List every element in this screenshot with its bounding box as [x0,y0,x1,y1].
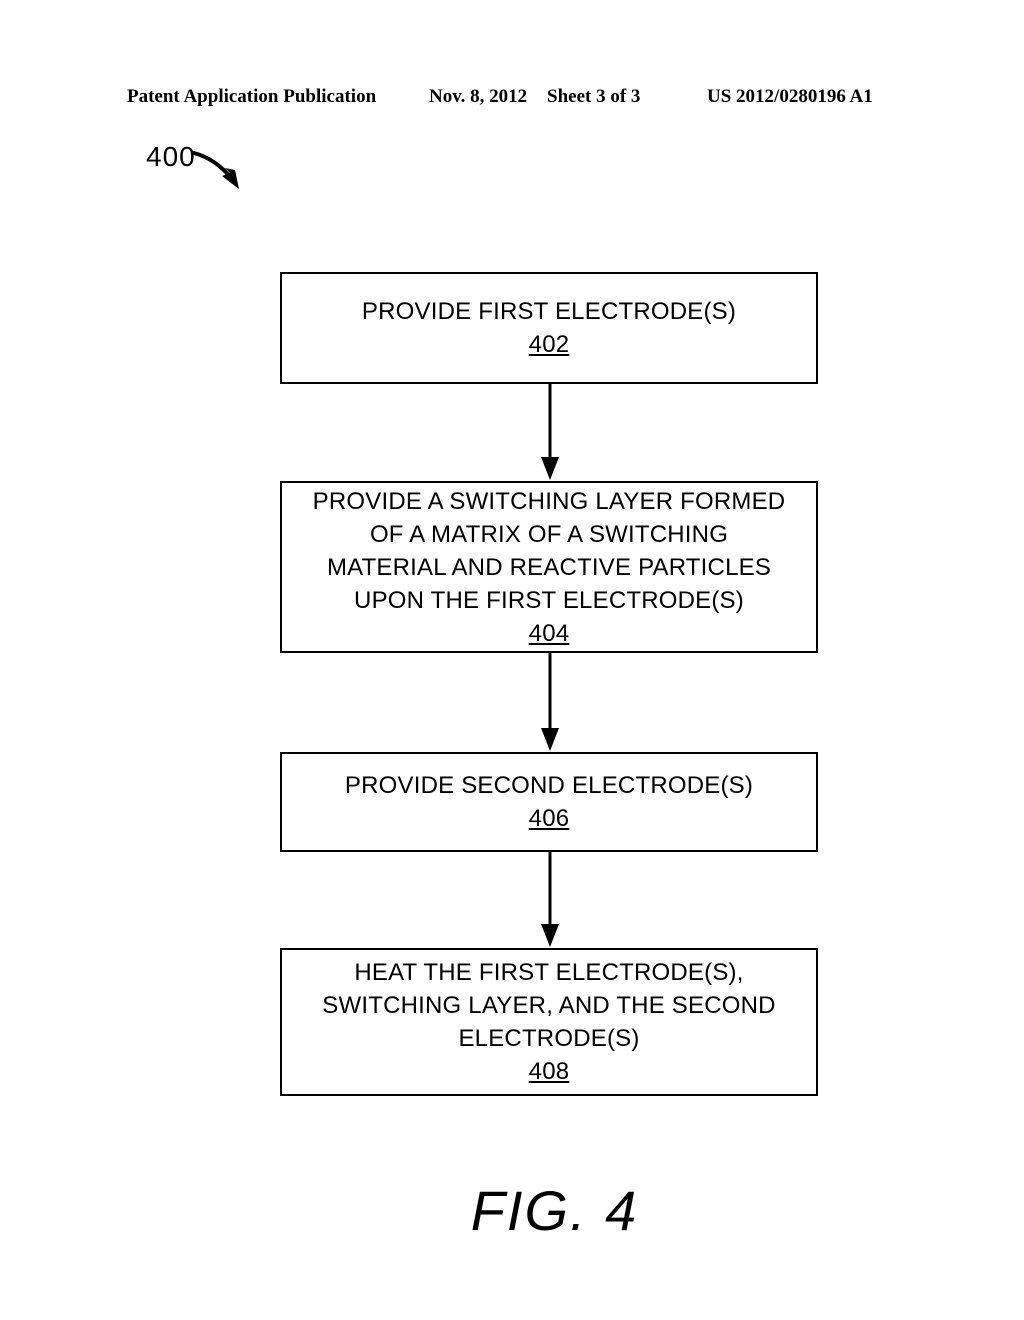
flow-step-404-line-3: MATERIAL AND REACTIVE PARTICLES [326,553,772,581]
flow-step-406[interactable]: PROVIDE SECOND ELECTRODE(S) 406 [280,752,818,852]
flow-step-408-ref: 408 [528,1058,570,1085]
page-header: Patent Application Publication Nov. 8, 2… [0,86,1024,110]
flow-step-404[interactable]: PROVIDE A SWITCHING LAYER FORMED OF A MA… [280,481,818,653]
flow-step-402-ref: 402 [528,331,570,358]
header-date-label: Nov. 8, 2012 [429,86,528,107]
figure-caption: FIG. 4 [470,1179,639,1242]
flow-step-404-ref: 404 [528,619,570,647]
flow-step-402[interactable]: PROVIDE FIRST ELECTRODE(S) 402 [280,272,818,384]
down-arrow-icon [541,652,559,751]
figure-reference-numeral: 400 [146,141,196,172]
down-arrow-icon [541,383,559,480]
flow-step-408[interactable]: HEAT THE FIRST ELECTRODE(S), SWITCHING L… [280,948,818,1096]
flow-step-402-line-1: PROVIDE FIRST ELECTRODE(S) [361,298,737,325]
curved-arrow-icon [192,151,239,189]
flow-step-406-line-1: PROVIDE SECOND ELECTRODE(S) [344,772,754,799]
header-sheet-label: Sheet 3 of 3 [547,86,641,107]
flow-step-408-line-2: SWITCHING LAYER, AND THE SECOND [322,992,776,1019]
flow-step-404-line-4: UPON THE FIRST ELECTRODE(S) [354,586,744,614]
flow-step-406-ref: 406 [528,805,570,832]
flow-step-408-line-3: ELECTRODE(S) [458,1025,640,1052]
header-publication-label: Patent Application Publication [127,86,377,107]
header-patent-number: US 2012/0280196 A1 [707,86,873,107]
flow-step-408-line-1: HEAT THE FIRST ELECTRODE(S), [354,959,744,986]
down-arrow-icon [541,851,559,947]
flow-step-404-line-2: OF A MATRIX OF A SWITCHING [369,520,729,548]
flow-step-404-line-1: PROVIDE A SWITCHING LAYER FORMED [312,487,786,515]
